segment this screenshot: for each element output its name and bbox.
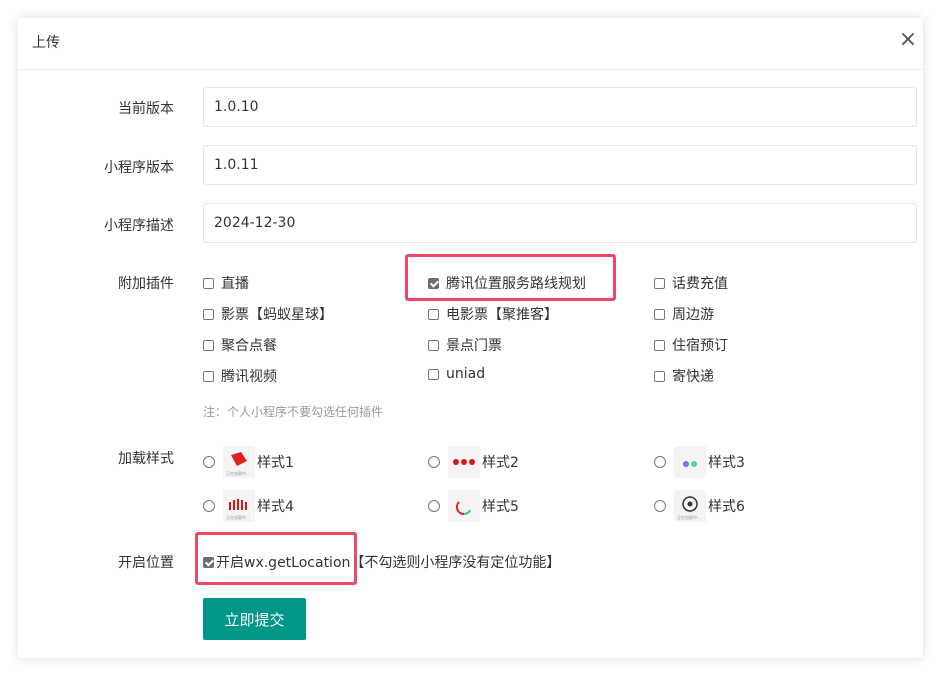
style-label: 样式5 xyxy=(482,499,519,515)
plugin-label: 直播 xyxy=(221,276,249,292)
style-radio[interactable]: 正在加载中... 样式4 xyxy=(203,490,294,522)
plugin-checkbox[interactable]: 腾讯视频 xyxy=(203,366,277,386)
dialog-title: 上传 xyxy=(32,35,60,51)
style-label: 样式1 xyxy=(257,455,294,471)
plugin-checkbox[interactable]: 直播 xyxy=(203,273,249,293)
checkbox-box[interactable] xyxy=(654,277,665,289)
close-icon[interactable]: × xyxy=(898,29,918,51)
radio-circle[interactable] xyxy=(654,500,666,512)
plugin-label: 周边游 xyxy=(672,307,714,323)
radio-circle[interactable] xyxy=(203,456,215,468)
mini-version-input[interactable] xyxy=(203,145,917,185)
upload-dialog: 上传 × 当前版本 小程序版本 小程序描述 附加插件 直播 腾讯位置服务路线规划… xyxy=(18,18,923,658)
plugin-checkbox[interactable]: 寄快递 xyxy=(654,366,714,386)
style-label: 样式4 xyxy=(257,499,294,515)
plugin-note: 注：个人小程序不要勾选任何插件 xyxy=(203,405,384,419)
location-hint: 【不勾选则小程序没有定位功能】 xyxy=(350,555,561,571)
checkbox-box[interactable] xyxy=(654,308,665,320)
highlight-box xyxy=(405,254,616,301)
mini-version-label: 小程序版本 xyxy=(104,160,174,176)
svg-text:正在加载中...: 正在加载中... xyxy=(226,514,250,520)
plugin-label: 住宿预订 xyxy=(672,338,728,354)
mini-desc-label: 小程序描述 xyxy=(104,218,174,234)
style-thumbnail xyxy=(448,490,480,522)
style-thumbnail: 正在加载中... xyxy=(674,490,706,522)
style-thumbnail xyxy=(448,446,480,478)
svg-text:正在加载中...: 正在加载中... xyxy=(677,514,701,520)
checkbox-box[interactable] xyxy=(428,339,439,351)
style-label: 样式3 xyxy=(708,455,745,471)
plugin-label: uniad xyxy=(446,366,486,382)
plugin-label: 电影票【聚推客】 xyxy=(446,307,558,323)
style-radio[interactable]: 正在加载中... 样式1 xyxy=(203,446,294,478)
mini-desc-input[interactable] xyxy=(203,203,917,243)
checkbox-box[interactable] xyxy=(203,339,214,351)
style-radio[interactable]: 正在加载中... 样式6 xyxy=(654,490,745,522)
plugin-checkbox[interactable]: 周边游 xyxy=(654,304,714,324)
dialog-header: 上传 × xyxy=(18,18,923,70)
plugin-checkbox[interactable]: 住宿预订 xyxy=(654,335,728,355)
location-label: 开启位置 xyxy=(118,555,174,571)
plugin-checkbox[interactable]: 话费充值 xyxy=(654,273,728,293)
style-label: 样式6 xyxy=(708,499,745,515)
current-version-input[interactable] xyxy=(203,87,917,127)
checkbox-box[interactable] xyxy=(428,368,439,380)
plugin-label: 寄快递 xyxy=(672,369,714,385)
highlight-box xyxy=(195,532,357,585)
plugin-checkbox[interactable]: 景点门票 xyxy=(428,335,502,355)
current-version-label: 当前版本 xyxy=(118,101,174,117)
style-radio[interactable]: 样式5 xyxy=(428,490,519,522)
submit-button[interactable]: 立即提交 xyxy=(203,598,306,640)
plugin-label: 腾讯视频 xyxy=(221,369,277,385)
plugin-checkbox[interactable]: uniad xyxy=(428,366,485,382)
checkbox-box[interactable] xyxy=(654,339,665,351)
checkbox-box[interactable] xyxy=(203,370,214,382)
plugin-label: 聚合点餐 xyxy=(221,338,277,354)
radio-circle[interactable] xyxy=(203,500,215,512)
svg-text:正在加载中...: 正在加载中... xyxy=(226,470,250,476)
plugin-checkbox[interactable]: 电影票【聚推客】 xyxy=(428,304,558,324)
plugin-label: 景点门票 xyxy=(446,338,502,354)
style-label: 样式2 xyxy=(482,455,519,471)
checkbox-box[interactable] xyxy=(428,308,439,320)
checkbox-box[interactable] xyxy=(654,370,665,382)
checkbox-box[interactable] xyxy=(203,277,214,289)
style-thumbnail xyxy=(674,446,706,478)
plugin-checkbox[interactable]: 聚合点餐 xyxy=(203,335,277,355)
plugin-label: 话费充值 xyxy=(672,276,728,292)
radio-circle[interactable] xyxy=(428,456,440,468)
plugin-checkbox[interactable]: 影票【蚂蚁星球】 xyxy=(203,304,333,324)
plugin-label: 影票【蚂蚁星球】 xyxy=(221,307,333,323)
plugins-label: 附加插件 xyxy=(118,276,174,292)
style-radio[interactable]: 样式3 xyxy=(654,446,745,478)
loading-style-label: 加载样式 xyxy=(118,451,174,467)
radio-circle[interactable] xyxy=(428,500,440,512)
checkbox-box[interactable] xyxy=(203,308,214,320)
style-thumbnail: 正在加载中... xyxy=(223,446,255,478)
style-thumbnail: 正在加载中... xyxy=(223,490,255,522)
style-radio[interactable]: 样式2 xyxy=(428,446,519,478)
radio-circle[interactable] xyxy=(654,456,666,468)
